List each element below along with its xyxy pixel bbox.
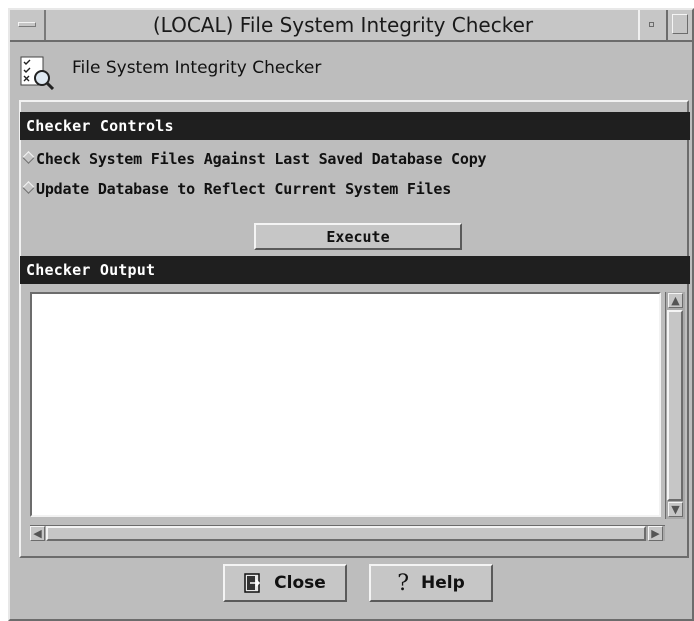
close-button[interactable]: Close [223,564,347,602]
scroll-right-arrow-icon[interactable]: ▶ [648,526,663,541]
execute-button[interactable]: Execute [254,223,462,250]
close-button-label: Close [274,573,326,593]
output-section-header: Checker Output [20,256,690,284]
output-text-area-frame [30,292,661,517]
output-text-area[interactable] [32,294,659,515]
window-title: (LOCAL) File System Integrity Checker [152,13,534,37]
horizontal-scroll-thumb[interactable] [46,526,646,541]
maximize-button[interactable] [666,10,692,40]
radio-label: Update Database to Reflect Current Syste… [36,180,452,198]
scroll-down-arrow-icon[interactable]: ▼ [668,502,683,517]
horizontal-scrollbar[interactable]: ◀ ▶ [30,525,665,541]
radio-update-database[interactable]: Update Database to Reflect Current Syste… [22,180,451,202]
window-menu-icon [18,22,36,27]
title-bar[interactable]: (LOCAL) File System Integrity Checker [10,10,692,42]
radio-diamond-icon[interactable] [22,181,35,194]
help-button-label: Help [421,573,465,593]
vertical-scrollbar[interactable]: ▲ ▼ [665,292,685,519]
radio-diamond-icon[interactable] [22,151,35,164]
checklist-magnifier-icon [20,56,54,90]
help-button[interactable]: ? Help [369,564,493,602]
radio-label: Check System Files Against Last Saved Da… [36,150,487,168]
minimize-button[interactable] [638,10,666,40]
scroll-up-arrow-icon[interactable]: ▲ [668,293,683,308]
app-header: File System Integrity Checker [20,50,420,94]
help-question-icon: ? [397,570,410,596]
radio-check-system-files[interactable]: Check System Files Against Last Saved Da… [22,150,487,172]
vertical-scroll-thumb[interactable] [667,310,683,501]
door-exit-icon [244,573,261,593]
maximize-icon [672,14,688,34]
controls-section-header: Checker Controls [20,112,690,140]
app-window: (LOCAL) File System Integrity Checker Fi… [8,8,694,621]
page-title: File System Integrity Checker [72,58,322,78]
window-menu-button[interactable] [10,10,46,40]
scroll-left-arrow-icon[interactable]: ◀ [30,526,45,541]
minimize-icon [649,22,654,27]
